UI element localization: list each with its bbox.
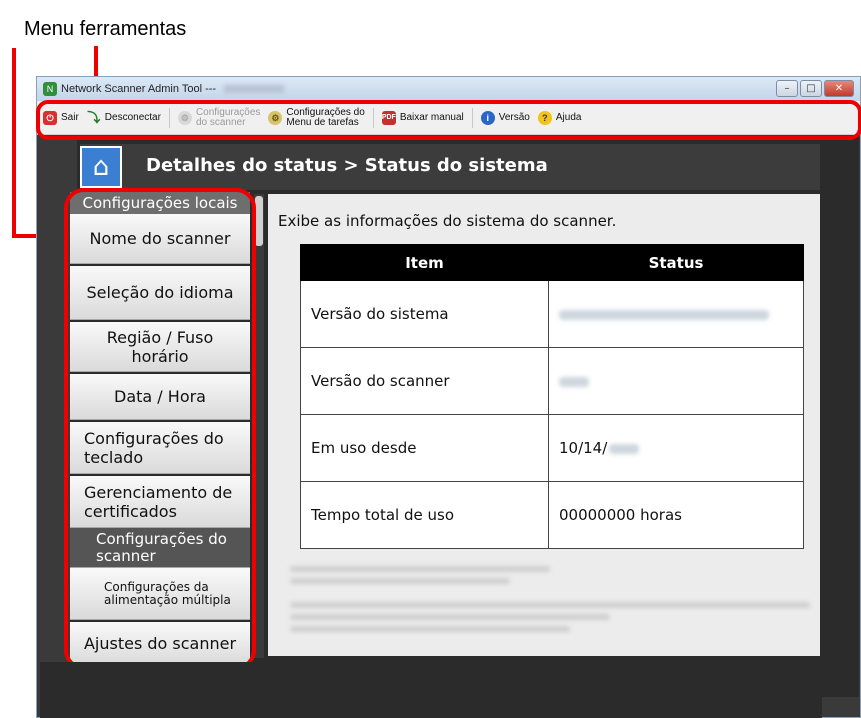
sidebar-item-keyboard[interactable]: Configurações do teclado bbox=[70, 422, 250, 474]
exit-button[interactable]: ⏻ Sair bbox=[43, 110, 79, 125]
version-label: Versão bbox=[498, 111, 530, 123]
task-menu-settings-button[interactable]: ⚙ Configurações do Menu de tarefas bbox=[268, 106, 365, 128]
sidebar-scrollbar[interactable] bbox=[254, 194, 264, 658]
disconnect-label: Desconectar bbox=[104, 111, 161, 123]
status-table: Item Status Versão do sistema Versão do … bbox=[300, 244, 804, 549]
table-row: Em uso desde 10/14/ bbox=[300, 414, 804, 482]
row-status-text: 10/14/ bbox=[559, 439, 608, 457]
version-button[interactable]: i Versão bbox=[480, 110, 530, 125]
row-item: Versão do sistema bbox=[300, 280, 549, 348]
sidebar-item-certificates[interactable]: Gerenciamento de certificados bbox=[70, 476, 250, 528]
table-header-row: Item Status bbox=[300, 244, 804, 281]
redacted-text bbox=[290, 626, 570, 632]
sidebar-item-language[interactable]: Seleção do idioma bbox=[70, 266, 250, 320]
redacted-text bbox=[290, 602, 810, 608]
info-icon: i bbox=[480, 110, 495, 125]
redacted-text bbox=[290, 614, 610, 620]
redacted-text bbox=[609, 443, 640, 454]
pdf-icon: PDF bbox=[381, 110, 396, 125]
close-button[interactable]: ✕ bbox=[824, 80, 854, 97]
row-item: Em uso desde bbox=[300, 414, 549, 482]
redacted-text bbox=[224, 85, 285, 93]
table-row: Versão do sistema bbox=[300, 280, 804, 348]
task-menu-settings-label: Configurações do Menu de tarefas bbox=[286, 106, 365, 128]
scanner-settings-label: Configurações do scanner bbox=[195, 106, 261, 128]
toolbar-divider bbox=[471, 107, 473, 128]
home-button[interactable]: ⌂ bbox=[80, 146, 122, 188]
tools-menu: ⏻ Sair ⤵ Desconectar ⚙ Configurações do … bbox=[37, 101, 860, 135]
column-header-item: Item bbox=[300, 244, 549, 281]
table-row: Versão do scanner bbox=[300, 347, 804, 415]
minimize-button[interactable]: – bbox=[776, 80, 798, 97]
sidebar-item-multifeed[interactable]: Configurações da alimentação múltipla bbox=[70, 568, 250, 620]
gear-icon: ⚙ bbox=[268, 110, 283, 125]
sidebar-item-scanner-adjustments[interactable]: Ajustes do scanner bbox=[70, 622, 250, 666]
table-row: Tempo total de uso 00000000 horas bbox=[300, 481, 804, 549]
sidebar-item-timezone[interactable]: Região / Fuso horário bbox=[70, 322, 250, 372]
callout-line bbox=[12, 48, 16, 238]
gear-icon: ⚙ bbox=[177, 110, 192, 125]
sidebar-item-date-time[interactable]: Data / Hora bbox=[70, 374, 250, 420]
redacted-text bbox=[559, 309, 769, 320]
toolbar-divider bbox=[372, 107, 374, 128]
panel-description: Exibe as informações do sistema do scann… bbox=[278, 212, 617, 230]
download-manual-button[interactable]: PDF Baixar manual bbox=[381, 110, 464, 125]
scrollbar-thumb[interactable] bbox=[255, 196, 263, 246]
scanner-settings-button[interactable]: ⚙ Configurações do scanner bbox=[177, 106, 261, 128]
column-header-status: Status bbox=[548, 244, 804, 281]
app-icon: N bbox=[43, 82, 57, 96]
row-status bbox=[548, 347, 804, 415]
title-bar: N Network Scanner Admin Tool --- – □ ✕ bbox=[37, 77, 860, 101]
row-status: 00000000 horas bbox=[548, 481, 804, 549]
row-status bbox=[548, 280, 804, 348]
home-icon: ⌂ bbox=[92, 152, 110, 182]
sidebar-item-scanner-settings[interactable]: Configurações do scanner bbox=[70, 528, 250, 568]
exit-label: Sair bbox=[61, 111, 79, 123]
redacted-text bbox=[559, 376, 589, 387]
row-item: Versão do scanner bbox=[300, 347, 549, 415]
help-icon: ? bbox=[537, 110, 552, 125]
window-controls: – □ ✕ bbox=[776, 80, 854, 97]
row-item: Tempo total de uso bbox=[300, 481, 549, 549]
breadcrumb: Detalhes do status > Status do sistema bbox=[146, 155, 548, 176]
redacted-text bbox=[290, 578, 510, 584]
bottom-bar bbox=[40, 662, 822, 718]
help-button[interactable]: ? Ajuda bbox=[537, 110, 582, 125]
sidebar-item-scanner-name[interactable]: Nome do scanner bbox=[70, 214, 250, 264]
maximize-button[interactable]: □ bbox=[800, 80, 822, 97]
help-label: Ajuda bbox=[555, 111, 582, 123]
toolbar-divider bbox=[168, 107, 170, 128]
exit-icon: ⏻ bbox=[43, 110, 57, 125]
window-title: Network Scanner Admin Tool --- bbox=[61, 83, 217, 95]
download-manual-label: Baixar manual bbox=[399, 111, 464, 123]
redacted-text bbox=[290, 566, 550, 572]
callout-label: Menu ferramentas bbox=[24, 18, 187, 40]
row-status: 10/14/ bbox=[548, 414, 804, 482]
disconnect-button[interactable]: ⤵ Desconectar bbox=[87, 109, 161, 125]
sidebar-section-title: Configurações locais bbox=[70, 192, 250, 214]
disconnect-icon: ⤵ bbox=[87, 109, 101, 125]
